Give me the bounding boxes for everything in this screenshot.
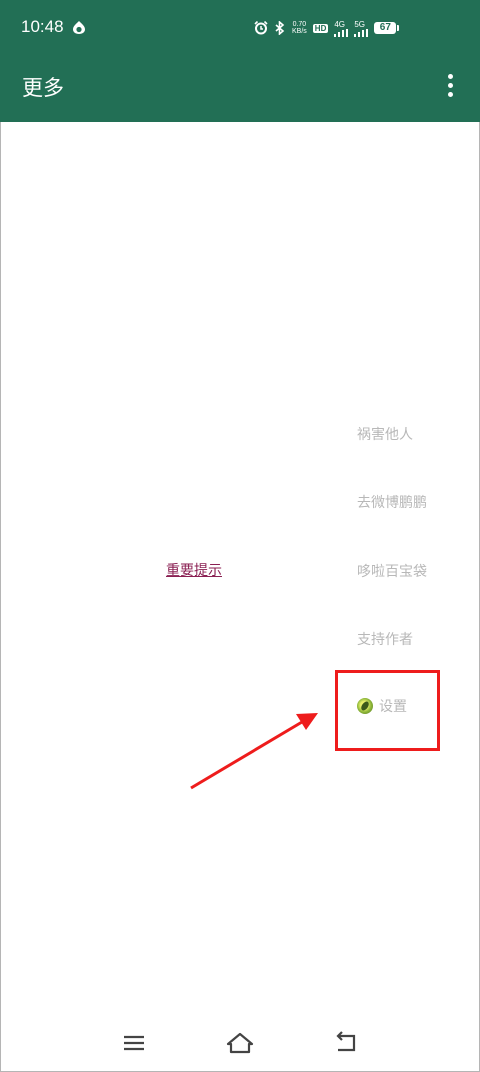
home-icon[interactable] [222, 1028, 258, 1058]
system-nav-bar [0, 1020, 480, 1072]
back-icon[interactable] [330, 1028, 366, 1058]
menu-icon[interactable] [116, 1028, 152, 1058]
annotation-arrow-icon [190, 713, 318, 790]
